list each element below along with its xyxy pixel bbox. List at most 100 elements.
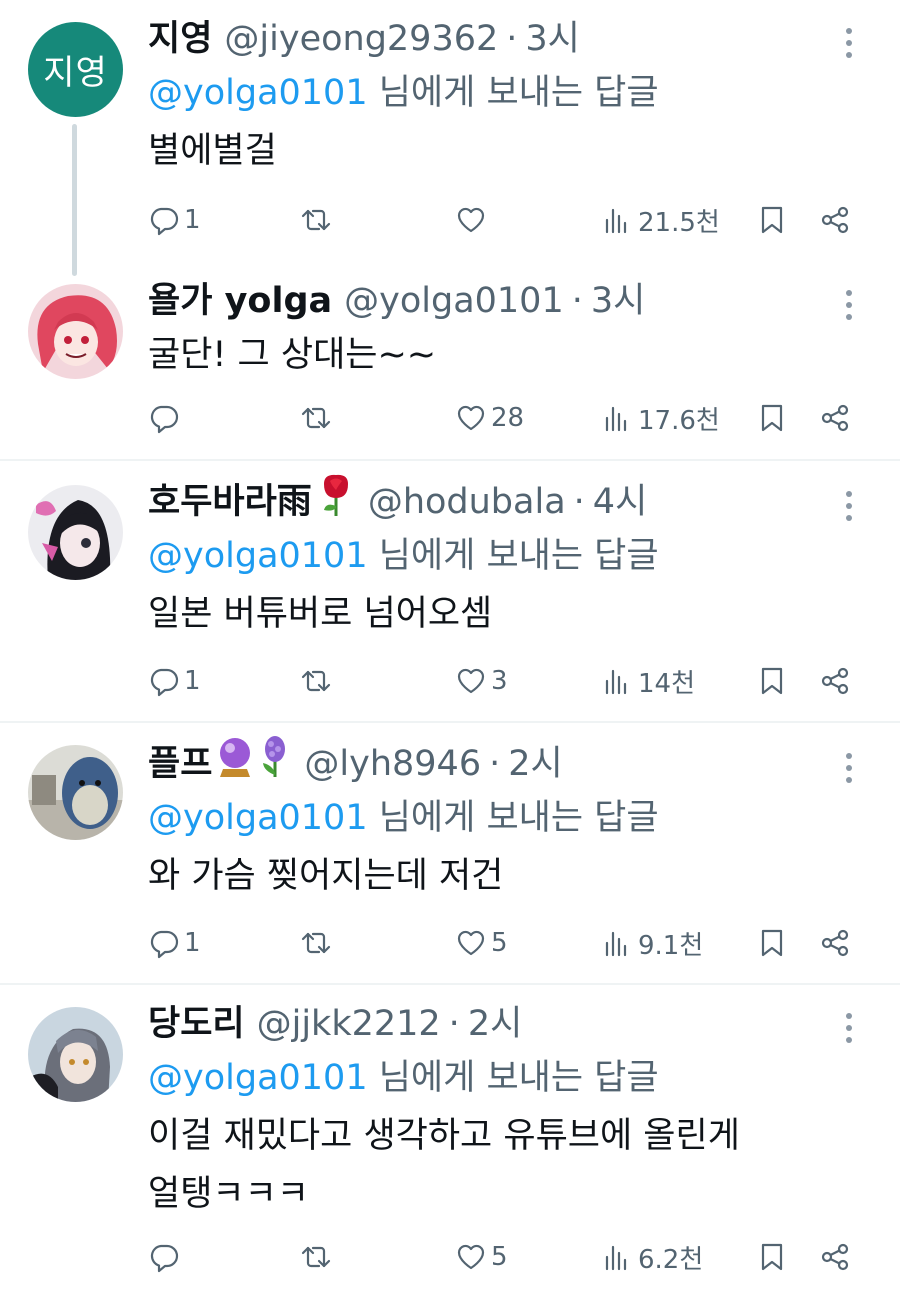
bookmark-button[interactable] xyxy=(756,196,788,244)
reply-icon xyxy=(148,402,180,434)
avatar[interactable] xyxy=(28,284,123,379)
retweet-button[interactable] xyxy=(300,196,336,244)
replying-to: @yolga0101 님에게 보내는 답글 xyxy=(148,64,860,122)
reply-button[interactable] xyxy=(148,394,184,442)
display-name[interactable]: 호두바라雨 xyxy=(148,477,312,527)
reply-count: 1 xyxy=(184,666,201,696)
views-icon xyxy=(602,204,634,236)
like-button[interactable]: 3 xyxy=(455,657,508,705)
reply-count: 1 xyxy=(184,205,201,235)
reply-icon xyxy=(148,204,180,236)
tweet-text: 일본 버튜버로 넘어오셈 xyxy=(148,594,493,634)
action-bar: 1 21.5천 xyxy=(148,196,860,244)
timestamp[interactable]: 2시 xyxy=(508,739,562,789)
views-button[interactable]: 14천 xyxy=(602,657,695,705)
display-name[interactable]: 당도리 xyxy=(148,999,245,1049)
tweet-text: 와 가슴 찢어지는데 저건 xyxy=(148,856,504,896)
tweet[interactable]: 지영 지영 @jiyeong29362 · 3시 @yolga0101 님에게 … xyxy=(0,0,900,276)
like-button[interactable]: 5 xyxy=(455,919,508,967)
view-count: 9.1천 xyxy=(638,930,704,961)
user-handle[interactable]: @yolga0101 xyxy=(344,276,564,326)
retweet-icon xyxy=(300,402,332,434)
tweet-content: 플프 @lyh8946 · 2시 @yolga0101 님에게 보내는 답글 와… xyxy=(148,736,860,905)
like-button[interactable]: 28 xyxy=(455,394,524,442)
display-name[interactable]: 지영 xyxy=(148,14,212,64)
replying-to: @yolga0101 님에게 보내는 답글 xyxy=(148,527,860,585)
timestamp[interactable]: 3시 xyxy=(525,14,579,64)
tweet[interactable]: 욜가 yolga @yolga0101 · 3시 굴단! 그 상대는~~ 28 … xyxy=(0,258,900,458)
user-handle[interactable]: @lyh8946 xyxy=(304,739,481,789)
share-button[interactable] xyxy=(819,196,851,244)
share-icon xyxy=(819,665,851,697)
share-button[interactable] xyxy=(819,394,851,442)
views-icon xyxy=(602,927,634,959)
mention-link[interactable]: @yolga0101 xyxy=(148,73,368,113)
mention-link[interactable]: @yolga0101 xyxy=(148,798,368,838)
avatar[interactable] xyxy=(28,745,123,840)
tweet[interactable]: 플프 @lyh8946 · 2시 @yolga0101 님에게 보내는 답글 와… xyxy=(0,723,900,983)
like-count: 3 xyxy=(491,666,508,696)
avatar-image xyxy=(28,745,123,840)
more-icon[interactable] xyxy=(836,290,862,320)
retweet-button[interactable] xyxy=(300,1233,336,1281)
display-name[interactable]: 플프 xyxy=(148,739,212,789)
mention-link[interactable]: @yolga0101 xyxy=(148,536,368,576)
user-handle[interactable]: @hodubala xyxy=(368,477,566,527)
tweet-header: 당도리 @jjkk2212 · 2시 xyxy=(148,999,860,1049)
mention-link[interactable]: @yolga0101 xyxy=(148,1058,368,1098)
retweet-button[interactable] xyxy=(300,657,336,705)
reply-button[interactable]: 1 xyxy=(148,196,201,244)
like-button[interactable]: 5 xyxy=(455,1233,508,1281)
crystal-ball-icon xyxy=(216,735,254,793)
reply-button[interactable]: 1 xyxy=(148,919,201,967)
display-name[interactable]: 욜가 yolga xyxy=(148,276,332,326)
tweet-text: 별에별걸 xyxy=(148,131,277,171)
avatar[interactable] xyxy=(28,1007,123,1102)
heart-icon xyxy=(455,402,487,434)
replying-label: 님에게 보내는 답글 xyxy=(367,1058,659,1098)
views-button[interactable]: 9.1천 xyxy=(602,919,703,967)
views-button[interactable]: 17.6천 xyxy=(602,394,720,442)
more-icon[interactable] xyxy=(836,753,862,783)
more-icon[interactable] xyxy=(836,28,862,58)
bookmark-icon xyxy=(756,665,788,697)
tweet[interactable]: 호두바라雨 @hodubala · 4시 @yolga0101 님에게 보내는 … xyxy=(0,461,900,721)
reply-button[interactable] xyxy=(148,1233,184,1281)
bookmark-button[interactable] xyxy=(756,919,788,967)
reply-icon xyxy=(148,927,180,959)
reply-button[interactable]: 1 xyxy=(148,657,201,705)
view-count: 6.2천 xyxy=(638,1244,704,1275)
avatar-image xyxy=(28,1007,123,1102)
avatar[interactable] xyxy=(28,485,123,580)
more-icon[interactable] xyxy=(836,491,862,521)
share-button[interactable] xyxy=(819,657,851,705)
timestamp[interactable]: 3시 xyxy=(591,276,645,326)
reply-icon xyxy=(148,1241,180,1273)
retweet-icon xyxy=(300,927,332,959)
views-icon xyxy=(602,402,634,434)
more-icon[interactable] xyxy=(836,1013,862,1043)
replying-label: 님에게 보내는 답글 xyxy=(367,536,659,576)
like-count: 28 xyxy=(491,403,525,433)
timestamp[interactable]: 4시 xyxy=(593,477,647,527)
retweet-button[interactable] xyxy=(300,394,336,442)
like-button[interactable] xyxy=(455,196,491,244)
share-button[interactable] xyxy=(819,1233,851,1281)
replying-to: @yolga0101 님에게 보내는 답글 xyxy=(148,789,860,847)
tweet-header: 지영 @jiyeong29362 · 3시 xyxy=(148,14,860,64)
retweet-button[interactable] xyxy=(300,919,336,967)
tweet[interactable]: 당도리 @jjkk2212 · 2시 @yolga0101 님에게 보내는 답글… xyxy=(0,985,900,1293)
avatar[interactable]: 지영 xyxy=(28,22,123,117)
tweet-header: 플프 @lyh8946 · 2시 xyxy=(148,736,860,789)
bookmark-button[interactable] xyxy=(756,394,788,442)
action-bar: 5 6.2천 xyxy=(148,1233,860,1281)
timestamp[interactable]: 2시 xyxy=(468,999,522,1049)
user-handle[interactable]: @jiyeong29362 xyxy=(224,14,498,64)
bookmark-button[interactable] xyxy=(756,657,788,705)
bookmark-button[interactable] xyxy=(756,1233,788,1281)
views-button[interactable]: 6.2천 xyxy=(602,1233,703,1281)
user-handle[interactable]: @jjkk2212 xyxy=(257,999,441,1049)
views-button[interactable]: 21.5천 xyxy=(602,196,720,244)
retweet-icon xyxy=(300,1241,332,1273)
share-button[interactable] xyxy=(819,919,851,967)
